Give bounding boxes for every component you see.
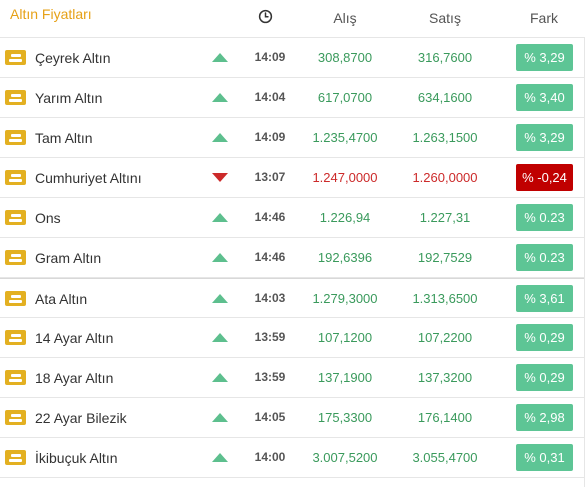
sell-price: 1.227,31 <box>419 210 471 225</box>
change-badge: % -0,24 <box>516 164 573 191</box>
table-header: Altın Fiyatları Alış Satış Fark <box>0 0 585 38</box>
table-row[interactable]: İkibuçuk Altın 14:00 3.007,5200 3.055,4700%… <box>0 438 585 478</box>
table-row[interactable]: Ons 14:46 1.226,94 1.227,31% 0.23 <box>0 198 585 238</box>
change-badge: % 2,98 <box>516 404 573 431</box>
sell-price: 1.263,1500 <box>412 130 478 145</box>
table-row[interactable]: Ata Altın 14:03 1.279,3000 1.313,6500% 3,61 <box>0 278 585 318</box>
buy-price: 617,0700 <box>317 90 373 105</box>
buy-price: 1.235,4700 <box>312 130 378 145</box>
change-badge: % 3,40 <box>516 84 573 111</box>
sell-price: 316,7600 <box>417 50 473 65</box>
gold-bar-icon <box>5 210 26 225</box>
gold-type-name[interactable]: Gram Altın <box>35 250 101 266</box>
change-badge: % 0,29 <box>516 324 573 351</box>
table-row[interactable]: 22 Ayar Bilezik 14:05 175,3300 176,1400% 2,… <box>0 398 585 438</box>
sell-price: 176,1400 <box>417 410 473 425</box>
table-row[interactable]: 14 Ayar Altın 13:59 107,1200 107,2200% 0,29 <box>0 318 585 358</box>
sell-price: 192,7529 <box>417 250 473 265</box>
change-badge: % 0.23 <box>516 244 573 271</box>
column-header-fark: Fark <box>530 10 558 26</box>
price-rows: Çeyrek Altın 14:09 308,8700 316,7600% 3,29 Y… <box>0 38 585 478</box>
trend-up-icon <box>212 253 228 262</box>
sell-price: 137,3200 <box>417 370 473 385</box>
column-header-alis: Alış <box>333 10 357 26</box>
gold-bar-icon <box>5 50 26 65</box>
gold-type-name[interactable]: Ons <box>35 210 61 226</box>
table-row[interactable]: 18 Ayar Altın 13:59 137,1900 137,3200% 0,29 <box>0 358 585 398</box>
change-badge: % 0,31 <box>516 444 573 471</box>
change-badge: % 3,29 <box>516 44 573 71</box>
gold-type-name[interactable]: 18 Ayar Altın <box>35 370 113 386</box>
buy-price: 137,1900 <box>317 370 373 385</box>
gold-type-name[interactable]: İkibuçuk Altın <box>35 450 118 466</box>
column-header-satis: Satış <box>429 10 461 26</box>
table-row[interactable]: Cumhuriyet Altını 13:07 1.247,0000 1.260,00… <box>0 158 585 198</box>
trend-up-icon <box>212 213 228 222</box>
sell-price: 1.313,6500 <box>412 291 478 306</box>
gold-type-name[interactable]: Ata Altın <box>35 291 87 307</box>
change-badge: % 3,61 <box>516 285 573 312</box>
gold-type-name[interactable]: Cumhuriyet Altını <box>35 170 142 186</box>
trend-down-icon <box>212 173 228 182</box>
sell-price: 107,2200 <box>417 330 473 345</box>
gold-bar-icon <box>5 410 26 425</box>
sell-price: 634,1600 <box>417 90 473 105</box>
table-row[interactable]: Tam Altın 14:09 1.235,4700 1.263,1500% 3,29 <box>0 118 585 158</box>
buy-price: 308,8700 <box>317 50 373 65</box>
buy-price: 3.007,5200 <box>312 450 378 465</box>
gold-type-name[interactable]: Çeyrek Altın <box>35 50 110 66</box>
gold-bar-icon <box>5 250 26 265</box>
buy-price: 1.226,94 <box>319 210 371 225</box>
buy-price: 107,1200 <box>317 330 373 345</box>
trend-up-icon <box>212 373 228 382</box>
gold-bar-icon <box>5 291 26 306</box>
gold-bar-icon <box>5 330 26 345</box>
trend-up-icon <box>212 93 228 102</box>
gold-bar-icon <box>5 450 26 465</box>
trend-up-icon <box>212 133 228 142</box>
gold-type-name[interactable]: Tam Altın <box>35 130 93 146</box>
gold-type-name[interactable]: Yarım Altın <box>35 90 102 106</box>
gold-bar-icon <box>5 130 26 145</box>
gold-prices-widget: Altın Fiyatları Alış Satış Fark Çeyrek A… <box>0 0 585 487</box>
change-badge: % 3,29 <box>516 124 573 151</box>
change-badge: % 0.23 <box>516 204 573 231</box>
sell-price: 1.260,0000 <box>412 170 478 185</box>
trend-up-icon <box>212 333 228 342</box>
gold-type-name[interactable]: 14 Ayar Altın <box>35 330 113 346</box>
buy-price: 192,6396 <box>317 250 373 265</box>
trend-up-icon <box>212 53 228 62</box>
trend-up-icon <box>212 294 228 303</box>
buy-price: 1.247,0000 <box>312 170 378 185</box>
gold-bar-icon <box>5 170 26 185</box>
buy-price: 175,3300 <box>317 410 373 425</box>
table-row[interactable]: Çeyrek Altın 14:09 308,8700 316,7600% 3,29 <box>0 38 585 78</box>
clock-icon <box>258 9 273 24</box>
gold-bar-icon <box>5 90 26 105</box>
sell-price: 3.055,4700 <box>412 450 478 465</box>
table-row[interactable]: Yarım Altın 14:04 617,0700 634,1600% 3,40 <box>0 78 585 118</box>
widget-title[interactable]: Altın Fiyatları <box>10 6 92 22</box>
table-row[interactable]: Gram Altın 14:46 192,6396 192,7529% 0.23 <box>0 238 585 278</box>
gold-bar-icon <box>5 370 26 385</box>
buy-price: 1.279,3000 <box>312 291 378 306</box>
trend-up-icon <box>212 413 228 422</box>
change-badge: % 0,29 <box>516 364 573 391</box>
trend-up-icon <box>212 453 228 462</box>
gold-type-name[interactable]: 22 Ayar Bilezik <box>35 410 127 426</box>
